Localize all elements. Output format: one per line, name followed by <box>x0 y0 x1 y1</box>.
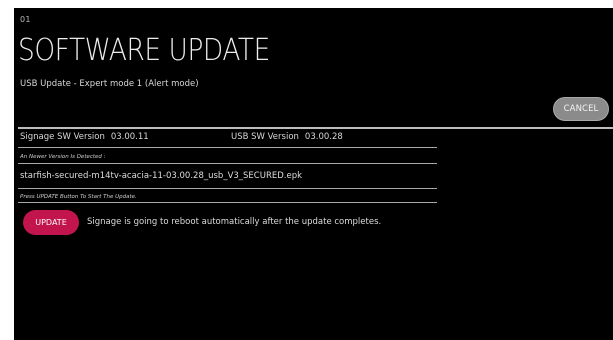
update-mode-subtitle: USB Update - Expert mode 1 (Alert mode) <box>20 79 199 89</box>
note-divider <box>18 163 437 164</box>
header-divider <box>18 127 613 129</box>
usb-version-label: USB SW Version <box>231 132 299 142</box>
signage-version-value: 03.00.11 <box>110 132 149 142</box>
signage-version-label: Signage SW Version <box>20 132 105 142</box>
usb-version: USB SW Version 03.00.28 <box>231 132 343 142</box>
cancel-button[interactable]: CANCEL <box>553 97 609 121</box>
update-file-name: starfish-secured-m14tv-acacia-11-03.00.2… <box>20 171 303 181</box>
press-update-note: Press UPDATE Button To Start The Update. <box>20 194 137 200</box>
version-divider <box>18 147 437 148</box>
software-update-screen: 01 SOFTWARE UPDATE USB Update - Expert m… <box>14 8 613 340</box>
page-number: 01 <box>20 15 31 24</box>
signage-version: Signage SW Version 03.00.11 <box>20 132 149 142</box>
reboot-message: Signage is going to reboot automatically… <box>87 217 382 227</box>
update-button[interactable]: UPDATE <box>23 210 79 235</box>
usb-version-value: 03.00.28 <box>304 132 343 142</box>
newer-version-note: An Newer Version Is Detected : <box>20 154 106 160</box>
page-title: SOFTWARE UPDATE <box>18 33 270 68</box>
file-divider <box>18 188 437 189</box>
instruction-divider <box>18 202 437 203</box>
